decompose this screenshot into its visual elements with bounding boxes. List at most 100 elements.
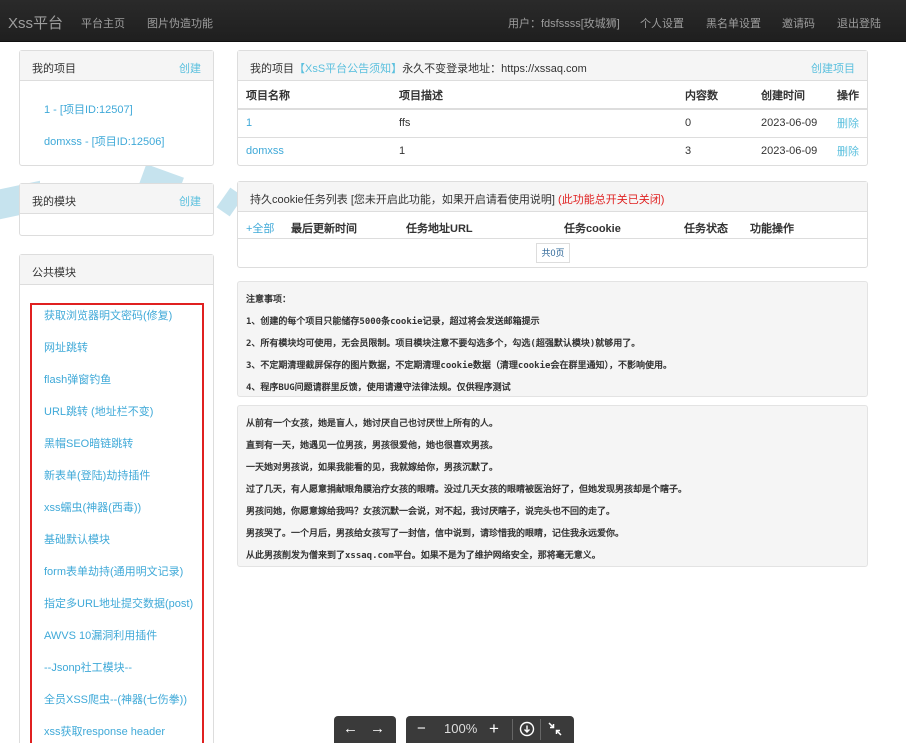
table-row: domxss 1 3 2023-06-09 删除 [238,136,868,165]
project-name-link[interactable]: 1 [238,108,391,137]
zoom-toolbar: − 100% + [406,716,574,743]
column-header: 创建时间 [753,81,829,110]
column-header: 任务状态 [684,223,728,235]
panel-heading: 我的项目 创建 [20,51,213,81]
note-line: 2、所有模块均可使用，无会员限制。项目模块注意不要勾选多个，勾选(超强默认模块)… [246,339,641,349]
public-modules-title: 公共模块 [32,267,76,279]
top-navbar: Xss平台 平台主页 图片伪造功能 用户：fdsfssss[玫城狮] 个人设置 … [0,0,906,42]
column-header: 项目描述 [391,81,677,110]
project-desc: 1 [391,136,677,165]
module-link[interactable]: 黑帽SEO暗链跳转 [44,435,133,451]
content-count: 0 [677,108,753,137]
module-link[interactable]: 新表单(登陆)劫持插件 [44,467,150,483]
table-row: 1 ffs 0 2023-06-09 删除 [238,108,868,137]
create-project-link[interactable]: 创建 [179,60,201,76]
public-modules-panel: 公共模块 获取浏览器明文密码(修复) 网址跳转 flash弹窗钓鱼 URL跳转 … [19,254,214,743]
note-line: 3、不定期清理截屏保存的图片数据，不定期清理cookie数据（清理cookie会… [246,361,672,371]
nav-arrows-toolbar: ← → [334,716,396,743]
table-header-row: 项目名称 项目描述 内容数 创建时间 操作 [238,81,868,110]
login-address-text: 永久不变登录地址：https://xssaq.com [402,63,587,75]
story-line: 一天她对男孩说，如果我能看的见，我就嫁给你，男孩沉默了。 [246,463,499,473]
prev-arrow-icon[interactable]: ← [343,720,358,738]
project-desc: ffs [391,108,677,137]
project-link-1[interactable]: 1 - [项目ID:12507] [44,101,133,117]
created-date: 2023-06-09 [753,108,829,137]
module-link[interactable]: 基础默认模块 [44,531,110,547]
notice-link[interactable]: 【XsS平台公告须知】 [294,63,402,75]
module-link[interactable]: 指定多URL地址提交数据(post) [44,595,193,611]
my-projects-panel: 我的项目 创建 1 - [项目ID:12507] domxss - [项目ID:… [19,50,214,166]
project-link-domxss[interactable]: domxss - [项目ID:12506] [44,133,164,149]
column-header: 最后更新时间 [291,223,357,235]
column-header: 操作 [829,81,868,110]
created-date: 2023-06-09 [753,136,829,165]
my-modules-panel: 我的模块 创建 [19,183,214,236]
download-icon-svg [519,721,535,737]
story-line: 从前有一个女孩，她是盲人，她讨厌自己也讨厌世上所有的人。 [246,419,499,429]
notes-heading: 注意事项： [246,295,292,305]
notes-box: 注意事项： 1、创建的每个项目只能储存5000条cookie记录，超过将会发送邮… [237,281,868,397]
module-link[interactable]: form表单劫持(通用明文记录) [44,563,183,579]
create-module-link[interactable]: 创建 [179,193,201,209]
create-project-button[interactable]: 创建项目 [811,60,855,76]
cookie-task-panel: 持久cookie任务列表 [您未开启此功能，如果开启请看使用说明] (此功能总开… [237,181,868,268]
module-link[interactable]: 全员XSS爬虫--(神器(七伤拳)) [44,691,187,707]
project-name-link[interactable]: domxss [238,136,391,165]
pagination-total[interactable]: 共0页 [536,243,570,263]
show-all-link[interactable]: +全部 [246,220,274,236]
cookie-panel-title: 持久cookie任务列表 [您未开启此功能，如果开启请看使用说明] (此功能总开… [250,191,664,207]
projects-table-panel: 我的项目【XsS平台公告须知】永久不变登录地址：https://xssaq.co… [237,50,868,166]
column-header: 功能操作 [750,223,794,235]
panel-heading: 公共模块 [20,255,213,285]
cookie-title-text: 持久cookie任务列表 [您未开启此功能，如果开启请看使用说明] [250,194,555,206]
nav-user-label: 用户：fdsfssss[玫城狮] [508,18,620,30]
projects-table: 项目名称 项目描述 内容数 创建时间 操作 1 ffs 0 2023-06-09… [238,81,868,165]
collapse-icon-svg [548,722,562,736]
panel-heading: 我的项目【XsS平台公告须知】永久不变登录地址：https://xssaq.co… [238,51,867,81]
panel-heading: 持久cookie任务列表 [您未开启此功能，如果开启请看使用说明] (此功能总开… [238,182,867,212]
module-link[interactable]: --Jsonp社工模块-- [44,659,132,675]
brand-logo[interactable]: Xss平台 [8,12,63,33]
my-projects-title: 我的项目 [32,63,76,75]
story-line: 从此男孩削发为僧来到了xssaq.com平台。如果不是为了维护网络安全，那将毫无… [246,551,601,561]
delete-link[interactable]: 删除 [829,108,868,137]
feature-disabled-warning: (此功能总开关已关闭) [558,194,665,206]
toolbar-divider [512,719,513,740]
zoom-out-button[interactable]: − [417,720,426,738]
my-modules-title: 我的模块 [32,196,76,208]
story-line: 过了几天，有人愿意捐献眼角膜治疗女孩的眼睛。没过几天女孩的眼睛被医治好了，但她发… [246,485,688,495]
note-line: 1、创建的每个项目只能储存5000条cookie记录，超过将会发送邮箱提示 [246,317,540,327]
panel-heading: 我的模块 创建 [20,184,213,214]
highlight-box [30,303,204,743]
module-link[interactable]: URL跳转 (地址栏不变) [44,403,153,419]
delete-link[interactable]: 删除 [829,136,868,165]
projects-title-prefix: 我的项目 [250,63,294,75]
nav-image-forge-link[interactable]: 图片伪造功能 [147,15,213,31]
module-link[interactable]: 网址跳转 [44,339,88,355]
column-header: 任务地址URL [406,223,473,235]
column-header: 项目名称 [238,81,391,110]
projects-panel-title: 我的项目【XsS平台公告须知】永久不变登录地址：https://xssaq.co… [250,60,587,76]
story-line: 男孩问她，你愿意嫁给我吗？女孩沉默一会说，对不起，我讨厌瞎子，说完头也不回的走了… [246,507,616,517]
toolbar-divider [540,719,541,740]
module-link[interactable]: AWVS 10漏洞利用插件 [44,627,157,643]
module-link[interactable]: xss获取response header [44,723,165,739]
nav-home-link[interactable]: 平台主页 [81,15,125,31]
zoom-in-button[interactable]: + [489,720,499,738]
story-box: 从前有一个女孩，她是盲人，她讨厌自己也讨厌世上所有的人。 直到有一天，她遇见一位… [237,405,868,567]
story-line: 直到有一天，她遇见一位男孩，男孩很爱他，她也很喜欢男孩。 [246,441,499,451]
module-link[interactable]: xss蠕虫(神器(西毒)) [44,499,141,515]
story-line: 男孩哭了。一个月后，男孩给女孩写了一封信，信中说到，请珍惜我的眼睛，记住我永远爱… [246,529,625,539]
next-arrow-icon[interactable]: → [370,720,385,738]
nav-logout-link[interactable]: 退出登陆 [837,15,881,31]
content-count: 3 [677,136,753,165]
divider [238,238,867,239]
collapse-icon[interactable] [547,721,563,742]
nav-personal-settings-link[interactable]: 个人设置 [640,15,684,31]
module-link[interactable]: 获取浏览器明文密码(修复) [44,307,172,323]
nav-blacklist-settings-link[interactable]: 黑名单设置 [706,15,761,31]
download-icon[interactable] [519,721,535,742]
nav-invite-code-link[interactable]: 邀请码 [782,15,815,31]
module-link[interactable]: flash弹窗钓鱼 [44,371,111,387]
zoom-level: 100% [444,721,478,736]
